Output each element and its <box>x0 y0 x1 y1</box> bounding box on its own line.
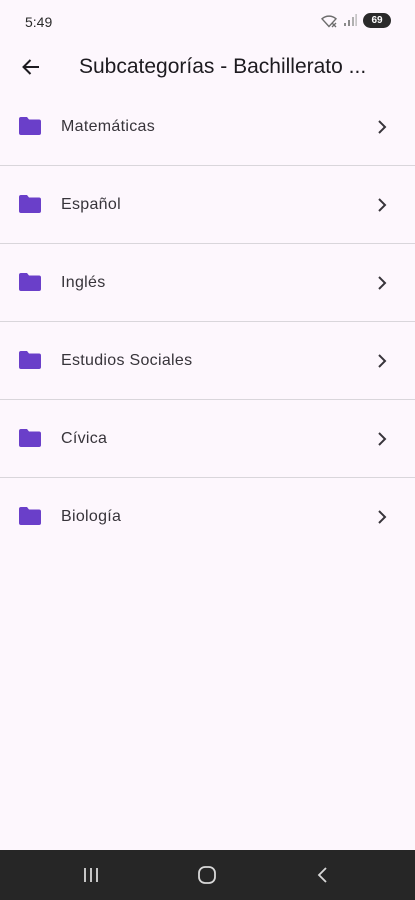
folder-icon <box>19 429 41 447</box>
back-button[interactable] <box>17 53 45 81</box>
system-back-button[interactable] <box>311 863 335 887</box>
list-item-matematicas[interactable]: Matemáticas <box>0 88 415 166</box>
list-item-label: Estudios Sociales <box>61 352 193 369</box>
folder-icon <box>19 117 41 135</box>
chevron-right-icon <box>378 432 387 446</box>
arrow-back-icon <box>22 59 39 75</box>
status-time: 5:49 <box>25 14 53 30</box>
list-item-label: Biología <box>61 508 122 525</box>
chevron-right-icon <box>378 510 387 524</box>
system-nav-bar <box>0 850 415 900</box>
list-item-label: Matemáticas <box>61 118 155 135</box>
recent-apps-button[interactable] <box>79 863 103 887</box>
list-item-espanol[interactable]: Español <box>0 166 415 244</box>
battery-icon: 69 <box>363 13 391 28</box>
status-bar: 5:49 69 <box>0 0 415 44</box>
home-button[interactable] <box>195 863 219 887</box>
chevron-right-icon <box>378 276 387 290</box>
wifi-icon <box>321 14 337 28</box>
list-item-ingles[interactable]: Inglés <box>0 244 415 322</box>
status-icons: 69 <box>321 13 391 28</box>
list-item-label: Cívica <box>61 430 108 447</box>
chevron-right-icon <box>378 354 387 368</box>
list-item-label: Español <box>61 196 121 213</box>
battery-level: 69 <box>371 15 383 26</box>
list-item-biologia[interactable]: Biología <box>0 478 415 555</box>
list-item-label: Inglés <box>61 274 106 291</box>
folder-icon <box>19 273 41 291</box>
page-title: Subcategorías - Bachillerato ... <box>79 55 367 78</box>
folder-icon <box>19 351 41 369</box>
folder-icon <box>19 195 41 213</box>
app-bar: Subcategorías - Bachillerato ... <box>0 44 415 90</box>
list-item-estudios-sociales[interactable]: Estudios Sociales <box>0 322 415 400</box>
folder-icon <box>19 507 41 525</box>
home-icon <box>198 866 216 884</box>
signal-icon <box>344 14 357 26</box>
subcategory-list: Matemáticas Español Inglés Estudios Soci… <box>0 88 415 555</box>
recent-apps-icon <box>84 868 98 882</box>
list-item-civica[interactable]: Cívica <box>0 400 415 478</box>
back-icon <box>317 867 327 883</box>
chevron-right-icon <box>378 120 387 134</box>
chevron-right-icon <box>378 198 387 212</box>
